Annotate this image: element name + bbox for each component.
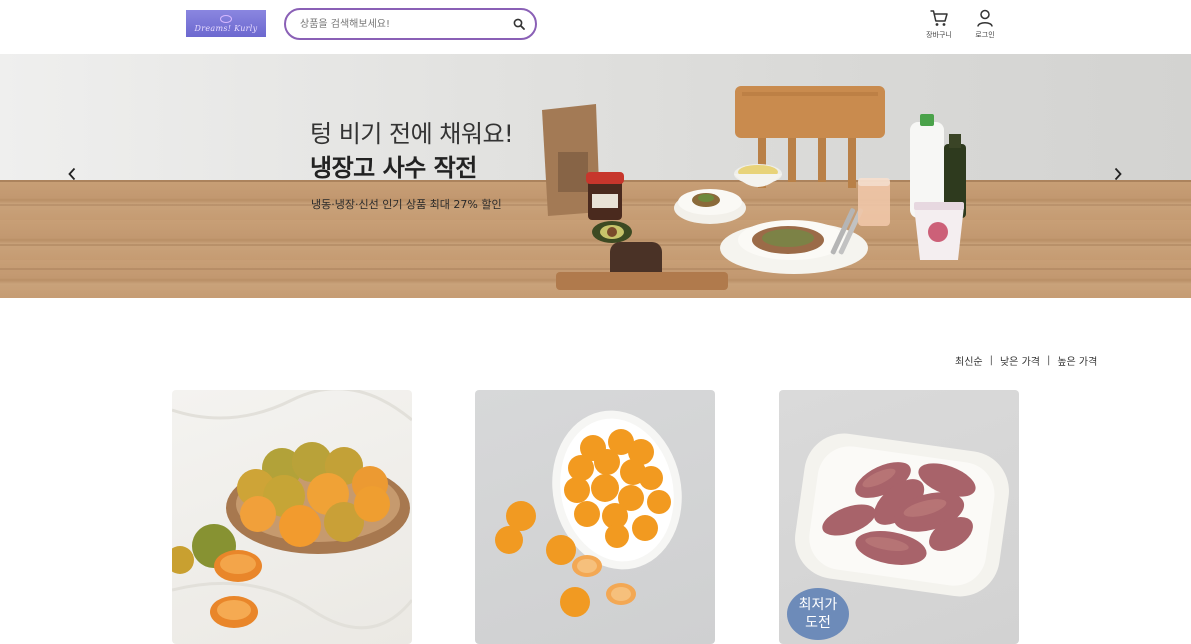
search-input[interactable]	[300, 16, 510, 32]
sort-newest[interactable]: 최신순	[955, 353, 983, 368]
logo-mark	[220, 14, 232, 23]
search-box	[284, 8, 537, 40]
banner-headline: 텅 비기 전에 채워요!	[310, 120, 514, 148]
login-link[interactable]: 로그인	[967, 8, 1003, 44]
banner-next-button[interactable]	[1111, 164, 1125, 184]
banner-subline: 냉동·냉장·신선 인기 상품 최대 27% 할인	[311, 198, 502, 211]
sort-separator: |	[989, 354, 993, 366]
banner-title: 냉장고 사수 작전	[310, 154, 477, 182]
product-card-tangerines-basket[interactable]	[172, 390, 412, 644]
hero-banner[interactable]: 텅 비기 전에 채워요! 냉장고 사수 작전 냉동·냉장·신선 인기 상품 최대…	[0, 54, 1191, 298]
cart-icon	[930, 10, 948, 26]
sort-separator: |	[1046, 354, 1051, 366]
sort-bar: 최신순 | 낮은 가격 | 높은 가격	[955, 352, 1097, 368]
logo-text: Dreams! Kurly	[194, 23, 258, 33]
user-icon	[977, 9, 993, 27]
logo[interactable]: Dreams! Kurly	[186, 10, 266, 37]
product-image	[495, 410, 682, 617]
banner-food-illustration	[542, 86, 966, 290]
chevron-right-icon	[1114, 167, 1122, 181]
search-icon	[513, 18, 525, 30]
cart-label: 장바구니	[926, 31, 952, 39]
chevron-left-icon	[68, 167, 76, 181]
product-image	[172, 390, 412, 630]
badge-label: 최저가 도전	[798, 597, 838, 631]
cart-link[interactable]: 장바구니	[921, 8, 957, 44]
product-card-sweet-potatoes[interactable]: 최저가 도전	[779, 390, 1019, 644]
login-label: 로그인	[975, 31, 995, 39]
banner-prev-button[interactable]	[65, 164, 79, 184]
sort-high-price[interactable]: 높은 가격	[1057, 353, 1097, 368]
site-header: Dreams! Kurly 장바구니 로그인	[0, 0, 1191, 54]
product-card-tangerines-plate[interactable]	[475, 390, 715, 644]
sort-low-price[interactable]: 낮은 가격	[1000, 353, 1040, 368]
lowest-price-badge: 최저가 도전	[787, 588, 849, 640]
search-button[interactable]	[511, 16, 527, 32]
